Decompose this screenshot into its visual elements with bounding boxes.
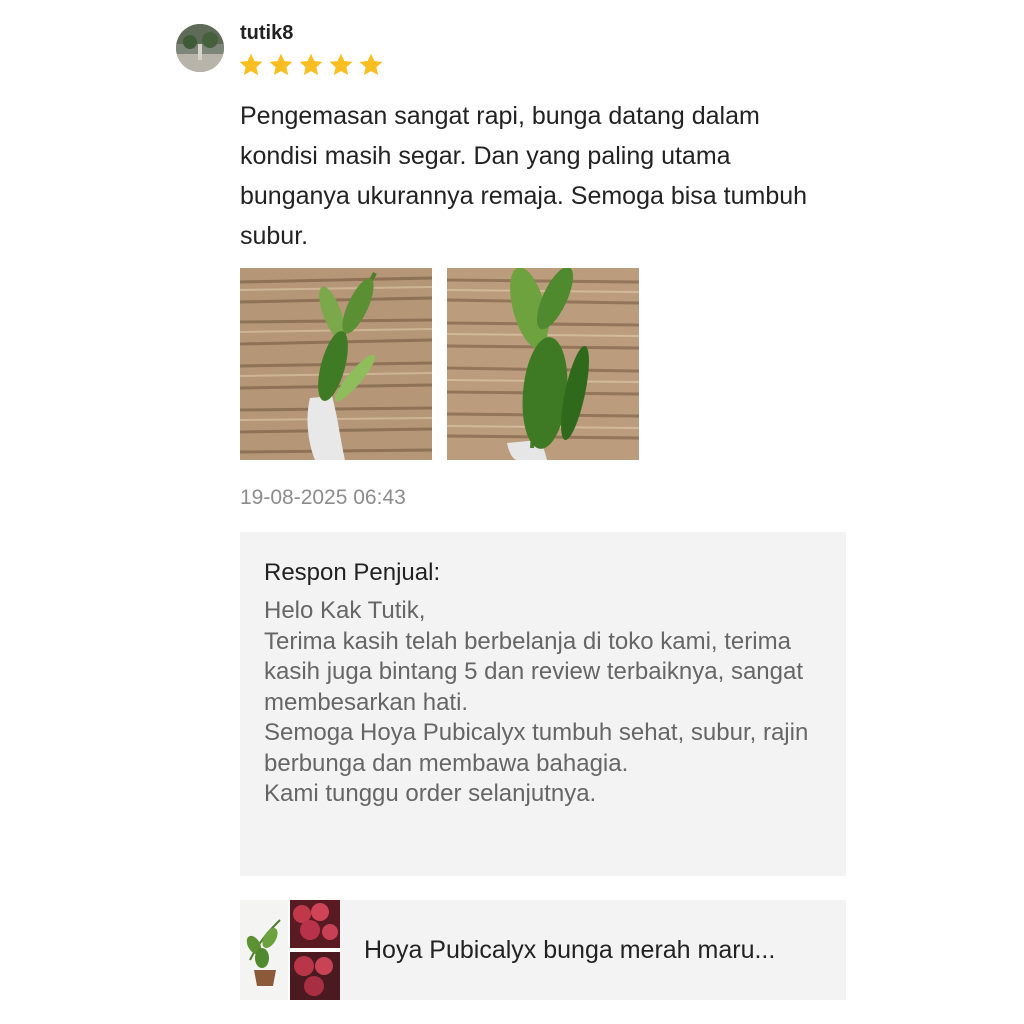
product-card[interactable]: Hoya Pubicalyx bunga merah maru... bbox=[240, 900, 846, 1000]
star-icon bbox=[239, 53, 263, 76]
seller-response-body: Helo Kak Tutik, Terima kasih telah berbe… bbox=[264, 597, 809, 807]
star-icon bbox=[269, 53, 293, 76]
star-icon bbox=[359, 53, 383, 76]
review-photo[interactable] bbox=[240, 268, 432, 460]
product-name[interactable]: Hoya Pubicalyx bunga merah maru... bbox=[364, 936, 834, 965]
star-icon bbox=[299, 53, 323, 76]
rating-stars bbox=[238, 52, 384, 78]
avatar[interactable] bbox=[176, 24, 224, 72]
username: tutik8 bbox=[240, 22, 294, 44]
review-text: Pengemasan sangat rapi, bunga datang dal… bbox=[240, 102, 808, 250]
seller-response-title: Respon Penjual: bbox=[264, 559, 441, 586]
review-photo[interactable] bbox=[447, 268, 639, 460]
star-icon bbox=[329, 53, 353, 76]
seller-response: Respon Penjual: Helo Kak Tutik, Terima k… bbox=[240, 532, 846, 876]
product-thumbnail[interactable] bbox=[240, 900, 340, 1000]
review-timestamp: 19-08-2025 06:43 bbox=[240, 486, 406, 509]
